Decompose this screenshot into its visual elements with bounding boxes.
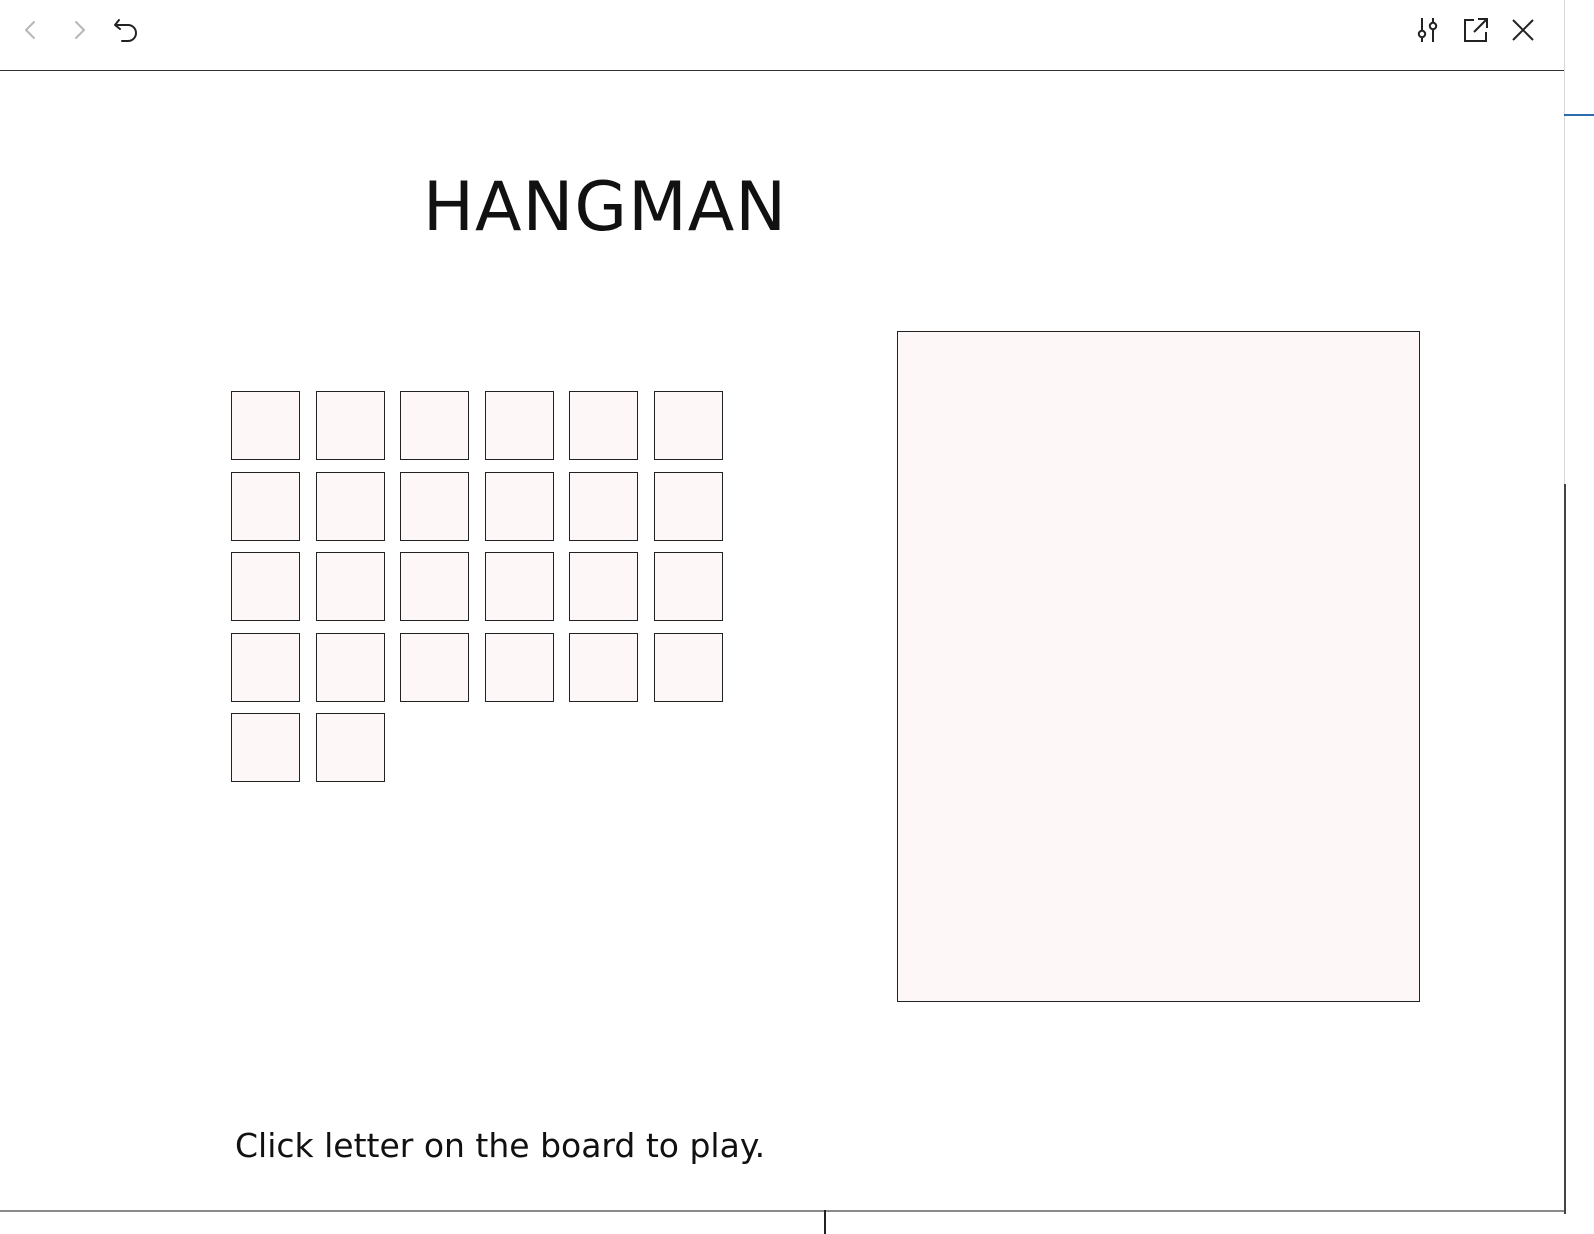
letter-tile[interactable] — [653, 552, 723, 621]
status-message: Click letter on the board to play. — [235, 1126, 766, 1165]
reload-button[interactable] — [108, 12, 144, 48]
forward-button[interactable] — [61, 12, 97, 48]
letter-tile[interactable] — [484, 391, 554, 460]
close-button[interactable] — [1505, 12, 1541, 48]
open-external-button[interactable] — [1458, 12, 1494, 48]
chevron-left-icon — [25, 21, 35, 39]
bottom-edge-tick — [824, 1210, 826, 1234]
chevron-right-icon — [75, 21, 85, 39]
letter-tile[interactable] — [231, 632, 300, 702]
letter-tile[interactable] — [400, 391, 469, 460]
letter-tile[interactable] — [400, 632, 469, 702]
letter-tile[interactable] — [315, 471, 385, 541]
letter-tile[interactable] — [231, 713, 300, 782]
settings-button[interactable] — [1410, 12, 1446, 48]
letter-tile[interactable] — [484, 471, 554, 541]
letter-tile[interactable] — [315, 632, 385, 702]
window-edge-line — [1564, 484, 1566, 1214]
hangman-drawing-area — [897, 331, 1420, 1002]
letter-tile[interactable] — [315, 391, 385, 460]
letter-tile[interactable] — [653, 391, 723, 460]
letter-tile[interactable] — [231, 391, 300, 460]
undo-icon — [114, 19, 137, 42]
letter-tile[interactable] — [400, 471, 469, 541]
letter-tile[interactable] — [231, 471, 300, 541]
letter-tile[interactable] — [484, 632, 554, 702]
letter-tile[interactable] — [400, 552, 469, 621]
letter-board — [231, 391, 731, 782]
open-external-icon — [1464, 18, 1488, 42]
game-title: HANGMAN — [422, 168, 788, 247]
back-button[interactable] — [13, 12, 49, 48]
toolbar — [0, 0, 1564, 71]
letter-tile[interactable] — [315, 713, 385, 782]
letter-tile[interactable] — [569, 391, 638, 460]
letter-tile[interactable] — [653, 632, 723, 702]
letter-tile[interactable] — [484, 552, 554, 621]
game-window: HANGMAN Click letter on the board to pla… — [0, 0, 1565, 1212]
close-icon — [1512, 19, 1534, 41]
letter-tile[interactable] — [569, 471, 638, 541]
letter-tile[interactable] — [569, 632, 638, 702]
letter-tile[interactable] — [569, 552, 638, 621]
letter-tile[interactable] — [315, 552, 385, 621]
letter-tile[interactable] — [231, 552, 300, 621]
sliders-icon — [1417, 18, 1438, 42]
window-edge-accent — [1564, 114, 1594, 116]
letter-tile[interactable] — [653, 471, 723, 541]
